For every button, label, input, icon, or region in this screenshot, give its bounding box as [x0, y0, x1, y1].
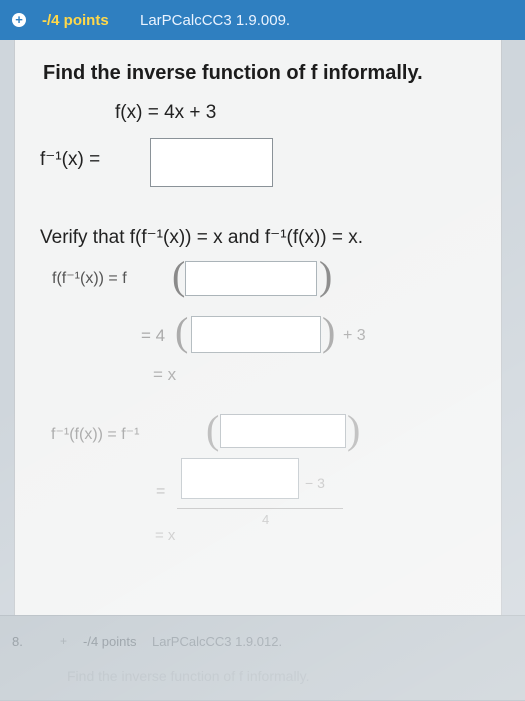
problem-code: LarPCalcCC3 1.9.012. [152, 634, 283, 649]
fraction-denominator: 4 [262, 512, 270, 527]
question-title: Find the inverse function of f informall… [43, 62, 423, 84]
verify-row1-label: f(f⁻¹(x)) = f [52, 270, 127, 287]
verify-row1-input[interactable] [185, 261, 317, 296]
function-definition: f(x) = 4x + 3 [115, 102, 217, 123]
verify-row2-suffix: + 3 [343, 327, 366, 344]
close-paren: ) [322, 309, 336, 354]
next-question-header: 8. + -/4 points LarPCalcCC3 1.9.012. Fin… [0, 615, 525, 701]
verify-row3-label: = x [153, 365, 177, 384]
verify-row2-label: = 4 [141, 326, 166, 345]
inverse-label: f⁻¹(x) = [40, 149, 101, 170]
expand-plus-icon[interactable]: + [12, 13, 26, 27]
question-number: 8. [12, 634, 23, 649]
verify-row2-input[interactable] [191, 316, 321, 353]
verify-instruction: Verify that f(f⁻¹(x)) = x and f⁻¹(f(x)) … [40, 227, 364, 248]
points-label: -/4 points [42, 12, 109, 29]
open-paren: ( [172, 253, 186, 298]
verify-row4-input[interactable] [220, 414, 346, 448]
verify-row4-label: f⁻¹(f(x)) = f⁻¹ [51, 426, 140, 443]
fraction-bar [177, 508, 343, 509]
verify-row5-label: = [156, 483, 166, 500]
problem-code: LarPCalcCC3 1.9.009. [140, 12, 291, 29]
question-header: + -/4 points LarPCalcCC3 1.9.009. [0, 0, 525, 40]
close-paren: ) [347, 407, 361, 452]
question-panel: Find the inverse function of f informall… [14, 40, 502, 615]
open-paren: ( [175, 309, 189, 354]
inverse-answer-input[interactable] [150, 138, 273, 187]
close-paren: ) [319, 253, 333, 298]
open-paren: ( [206, 407, 220, 452]
verify-row5-input[interactable] [181, 458, 299, 499]
next-question-prompt: Find the inverse function of f informall… [67, 668, 310, 684]
points-label: -/4 points [83, 634, 137, 649]
verify-row5-suffix: − 3 [305, 475, 325, 491]
expand-plus-icon[interactable]: + [60, 634, 67, 648]
verify-row6-label: = x [155, 527, 176, 544]
